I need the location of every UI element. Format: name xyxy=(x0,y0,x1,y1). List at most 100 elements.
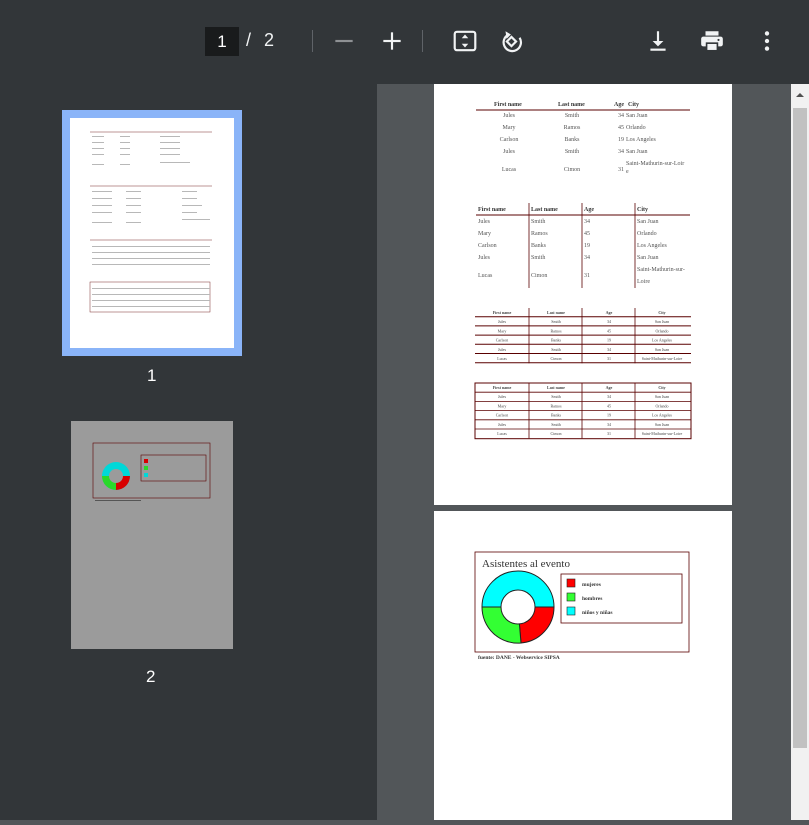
table-cell: Orlando xyxy=(655,403,668,408)
more-vert-icon[interactable] xyxy=(752,26,782,56)
table-header: Last name xyxy=(547,310,565,315)
table-cell: 45 xyxy=(618,125,624,131)
toolbar-divider xyxy=(422,30,423,52)
table-cell: Jules xyxy=(498,394,506,399)
thumbnail-page-1[interactable] xyxy=(70,118,234,348)
legend-swatch-mujeres xyxy=(566,578,576,588)
table-cell: Lucas xyxy=(502,167,517,173)
table-cell: Mary xyxy=(478,231,491,237)
table-cell: e xyxy=(626,169,629,175)
table-cell: Los Angeles xyxy=(626,137,656,143)
chart-title: Asistentes al evento xyxy=(482,558,570,570)
table-cell: Banks xyxy=(531,243,547,249)
table-cell: Orlando xyxy=(626,125,646,131)
pdf-toolbar: 1 / 2 xyxy=(0,0,809,84)
table-cell: 19 xyxy=(607,338,611,343)
table-cell: Saint-Mathurin-sur-Loir xyxy=(626,161,684,167)
table-cell: Carlson xyxy=(496,338,508,343)
table-cell: 45 xyxy=(607,403,611,408)
zoom-out-icon[interactable] xyxy=(329,26,359,56)
table-cell: Ramos xyxy=(564,125,581,131)
table-cell: 31 xyxy=(607,431,611,436)
table-cell: Saint-Mathurin-sur-Loire xyxy=(642,431,683,436)
table-cell: Los Angeles xyxy=(637,243,667,249)
table-cell: Banks xyxy=(551,338,561,343)
legend-swatch-ninos xyxy=(566,606,576,616)
legend-label: mujeres xyxy=(582,582,601,588)
table-cell: Banks xyxy=(551,413,561,418)
legend-label: hombres xyxy=(582,596,602,602)
scrollbar-thumb[interactable] xyxy=(793,108,807,748)
table-header: City xyxy=(658,310,665,315)
table-cell: 34 xyxy=(584,219,590,225)
table-cell: Orlando xyxy=(655,328,668,333)
table-cell: Jules xyxy=(503,149,516,155)
table-header: First name xyxy=(493,310,512,315)
table1-header: City xyxy=(628,102,639,108)
chart-legend xyxy=(560,573,683,624)
table-cell: San Juan xyxy=(655,394,669,399)
download-icon[interactable] xyxy=(643,26,673,56)
table-cell: Orlando xyxy=(637,231,657,237)
table-cell: 31 xyxy=(618,167,624,173)
table-cell: San Juan xyxy=(626,149,648,155)
table-cell: 19 xyxy=(584,243,590,249)
table-cell: Jules xyxy=(478,255,491,261)
thumbnail-label-1: 1 xyxy=(147,366,157,385)
table-cell: Jules xyxy=(498,319,506,324)
table-cell: Lucas xyxy=(497,431,507,436)
table-cell: Mary xyxy=(503,125,516,131)
table-cell: Mary xyxy=(498,403,507,408)
donut-chart xyxy=(481,570,555,644)
thumbnail-page-2[interactable] xyxy=(71,421,233,649)
pdf-page-1: First name Last name Age City Jules Smith… xyxy=(434,84,732,505)
table-cell: 19 xyxy=(618,137,624,143)
table-cell: Jules xyxy=(503,113,516,119)
print-icon[interactable] xyxy=(697,26,727,56)
table-cell: 45 xyxy=(607,328,611,333)
zoom-in-icon[interactable] xyxy=(377,26,407,56)
table-header: Age xyxy=(606,385,613,390)
table-cell: Lucas xyxy=(478,273,493,279)
table-cell: Cimon xyxy=(531,273,547,279)
table-cell: 34 xyxy=(607,394,611,399)
table-cell: Smith xyxy=(551,422,561,427)
total-pages: 2 xyxy=(264,30,275,50)
table-cell: Smith xyxy=(565,149,579,155)
table-cell: Cimon xyxy=(551,356,562,361)
legend-label: niños y niñas xyxy=(582,610,613,616)
table-cell: Smith xyxy=(551,347,561,352)
table-cell: Smith xyxy=(531,255,545,261)
table-cell: Los Angeles xyxy=(652,413,672,418)
pdf-page-2: Asistentes al evento mujeres hombres niñ… xyxy=(434,511,732,820)
table1-header: First name xyxy=(494,102,522,108)
table-header: City xyxy=(658,385,665,390)
table-cell: Smith xyxy=(551,319,561,324)
table2-header: City xyxy=(637,207,648,213)
table-cell: Smith xyxy=(565,113,579,119)
table-cell: 34 xyxy=(618,149,624,155)
table-cell: 34 xyxy=(607,422,611,427)
table2-header: Last name xyxy=(531,207,558,213)
current-page-input[interactable]: 1 xyxy=(205,27,239,56)
table-cell: 31 xyxy=(584,273,590,279)
table-cell: San Juan xyxy=(655,422,669,427)
table-cell: 45 xyxy=(584,231,590,237)
legend-swatch-hombres xyxy=(566,592,576,602)
toolbar-divider xyxy=(312,30,313,52)
fit-page-icon[interactable] xyxy=(450,26,480,56)
scroll-up-arrow-icon[interactable] xyxy=(793,88,807,102)
table-cell: Mary xyxy=(498,328,507,333)
table-cell: Los Angeles xyxy=(652,338,672,343)
table1-header: Last name xyxy=(558,102,585,108)
table-cell: Carlson xyxy=(478,243,497,249)
rotate-icon[interactable] xyxy=(497,26,527,56)
table-cell: Jules xyxy=(478,219,491,225)
table-cell: Ramos xyxy=(550,328,562,333)
table2-header: First name xyxy=(478,207,506,213)
table-cell: Saint-Mathurin-sur-Loire xyxy=(642,356,683,361)
table-cell: 19 xyxy=(607,413,611,418)
table-header: Age xyxy=(606,310,613,315)
table-header: Last name xyxy=(547,385,565,390)
table-cell: Carlson xyxy=(500,137,519,143)
